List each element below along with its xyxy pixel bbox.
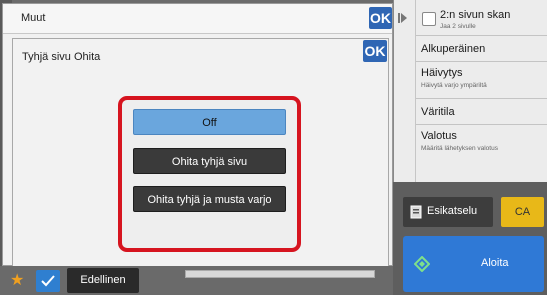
previous-button[interactable]: Edellinen — [67, 268, 139, 293]
window-ok-button[interactable]: OK — [369, 7, 392, 29]
list-item-sublabel: Jaa 2 sivulle — [440, 23, 476, 30]
preview-label: Esikatselu — [427, 205, 478, 217]
window-title: Muut — [21, 12, 46, 24]
option-skip-blank-and-shadow-button[interactable]: Ohita tyhjä ja musta varjo — [133, 186, 286, 212]
dialog-title: Tyhjä sivu Ohita — [22, 51, 101, 63]
option-skip-blank-button[interactable]: Ohita tyhjä sivu — [133, 148, 286, 174]
list-item-exposure[interactable]: Valotus Määritä lähetyksen valotus — [416, 125, 547, 159]
list-item-two-page-scan[interactable]: 2:n sivun skan Jaa 2 sivulle — [416, 0, 547, 36]
list-item-original[interactable]: Alkuperäinen — [416, 36, 547, 62]
check-icon — [41, 275, 55, 287]
option-off-button[interactable]: Off — [133, 109, 286, 135]
star-icon[interactable]: ★ — [10, 272, 24, 290]
quick-settings-list: 2:n sivun skan Jaa 2 sivulle Alkuperäine… — [393, 0, 547, 182]
window-titlebar: Muut — [3, 4, 392, 34]
arrow-icon — [398, 13, 400, 23]
options-highlight-frame: Off Ohita tyhjä sivu Ohita tyhjä ja must… — [118, 96, 301, 252]
list-item-sublabel: Määritä lähetyksen valotus — [421, 145, 498, 152]
arrow-icon[interactable] — [401, 13, 407, 23]
list-item-sublabel: Häivytä varjo ympäriltä — [421, 82, 487, 89]
preview-icon — [410, 205, 422, 219]
list-item-label: Häivytys — [421, 67, 463, 79]
scrollbar-track[interactable] — [185, 270, 375, 278]
check-button[interactable] — [36, 270, 60, 292]
list-item-label: Valotus — [421, 130, 457, 142]
list-item-fade[interactable]: Häivytys Häivytä varjo ympäriltä — [416, 62, 547, 99]
dialog-ok-button[interactable]: OK — [363, 40, 387, 62]
list-item-color-mode[interactable]: Väritila — [416, 99, 547, 125]
two-page-scan-checkbox[interactable] — [422, 12, 436, 26]
list-item-label: Väritila — [421, 106, 455, 118]
start-button[interactable]: Aloita — [403, 236, 544, 292]
list-item-label: Alkuperäinen — [421, 43, 486, 55]
preview-button[interactable]: Esikatselu — [403, 197, 493, 227]
list-item-label: 2:n sivun skan — [440, 9, 511, 21]
clear-all-button[interactable]: CA — [501, 197, 544, 227]
start-icon — [414, 256, 430, 272]
start-label: Aloita — [481, 257, 509, 269]
blank-page-skip-dialog: Tyhjä sivu Ohita OK Off Ohita tyhjä sivu… — [12, 38, 389, 270]
